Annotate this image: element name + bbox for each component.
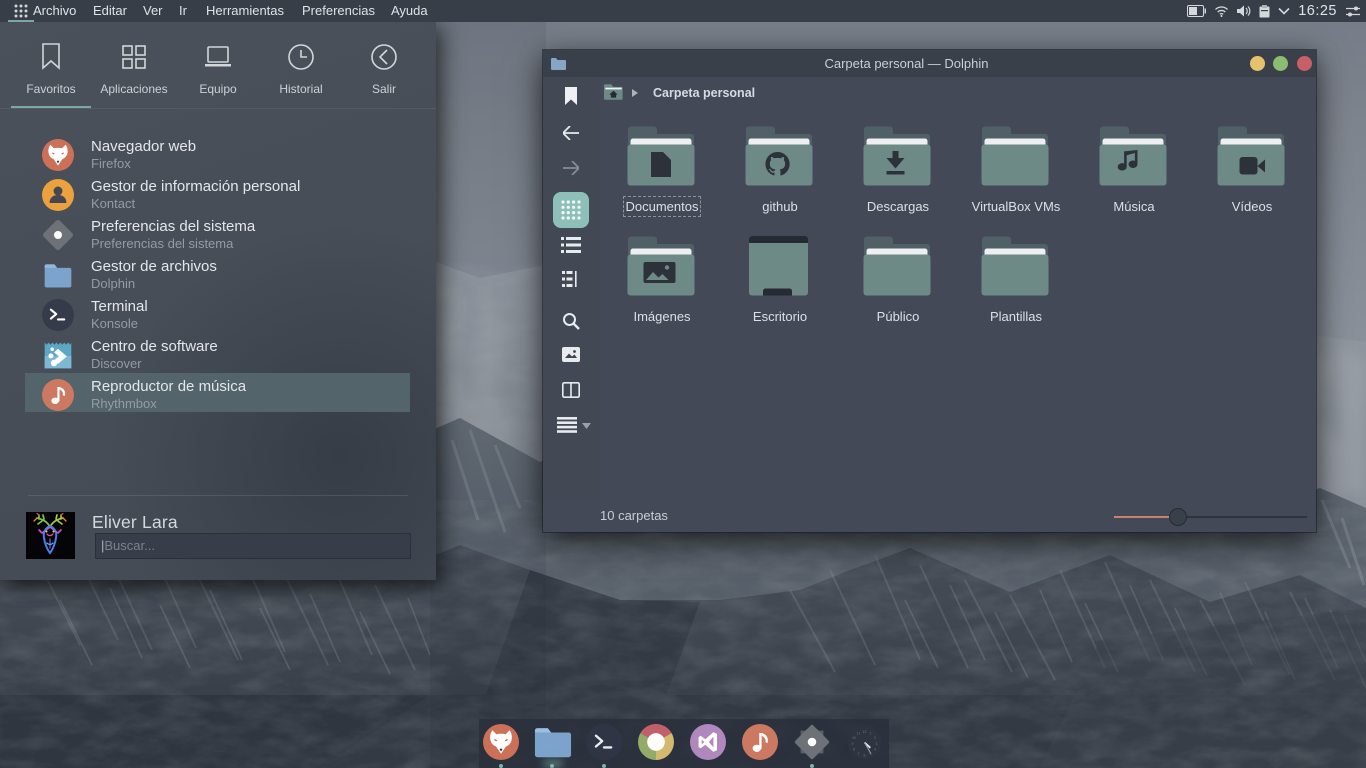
svg-text:4: 4: [873, 747, 875, 751]
svg-text:9: 9: [851, 741, 853, 745]
svg-text:8: 8: [853, 747, 855, 751]
svg-text:7: 7: [857, 752, 859, 756]
svg-text:12: 12: [862, 730, 866, 734]
svg-text:3: 3: [875, 741, 877, 745]
svg-text:10: 10: [852, 736, 856, 740]
svg-text:2: 2: [873, 736, 875, 740]
svg-text:1: 1: [869, 731, 871, 735]
svg-text:11: 11: [856, 731, 860, 735]
svg-text:6: 6: [863, 753, 865, 757]
